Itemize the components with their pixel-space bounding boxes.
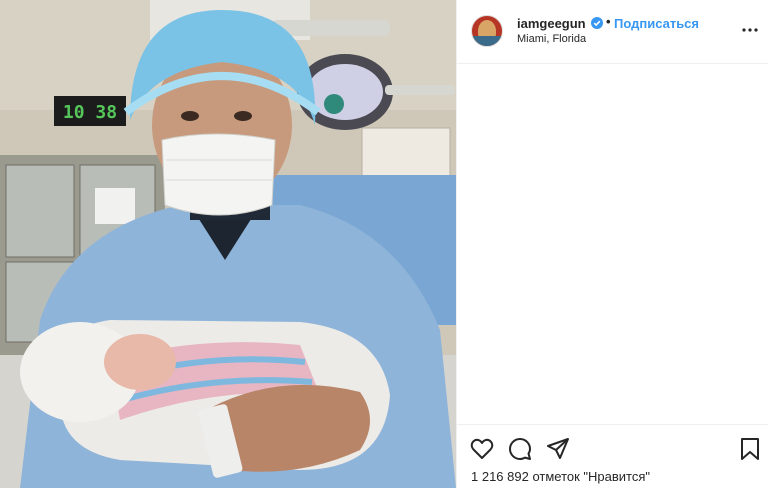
separator-dot: • xyxy=(606,14,611,29)
share-icon[interactable] xyxy=(545,436,571,462)
post-sidebar: iamgeegun • Подписаться Miami, Florida 1… xyxy=(456,0,768,488)
likes-count[interactable]: 1 216 892 отметок "Нравится" xyxy=(471,469,650,484)
verified-badge-icon xyxy=(591,17,603,29)
avatar[interactable] xyxy=(471,15,503,47)
comment-icon[interactable] xyxy=(507,436,533,462)
post-photo[interactable]: 10 38 xyxy=(0,0,456,488)
avatar-shirt xyxy=(472,36,502,46)
action-bar: 1 216 892 отметок "Нравится" xyxy=(457,424,768,488)
follow-button[interactable]: Подписаться xyxy=(614,16,699,31)
instagram-post: 10 38 iamgeegun • Подписаться Miami, Flo… xyxy=(0,0,768,488)
heart-icon[interactable] xyxy=(469,436,495,462)
bookmark-icon[interactable] xyxy=(737,436,763,462)
photo-illustration: 10 38 xyxy=(0,0,456,488)
post-header: iamgeegun • Подписаться Miami, Florida xyxy=(457,0,768,64)
location-link[interactable]: Miami, Florida xyxy=(517,33,586,45)
username-link[interactable]: iamgeegun xyxy=(517,16,586,31)
wall-clock: 10 38 xyxy=(63,102,117,123)
more-options-icon[interactable] xyxy=(741,21,759,39)
